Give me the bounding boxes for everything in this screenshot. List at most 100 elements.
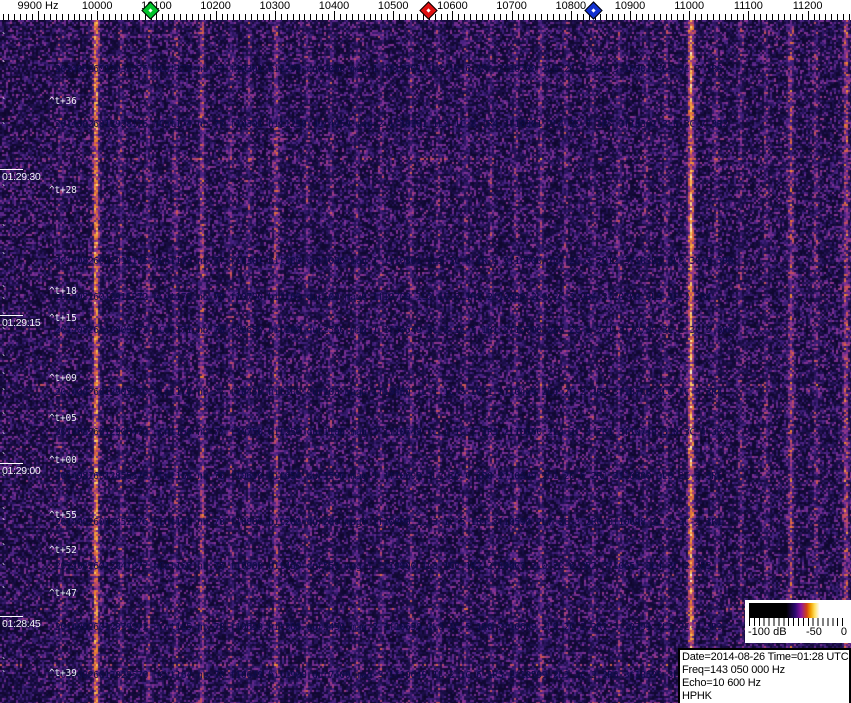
freq-minor-tick bbox=[802, 14, 803, 20]
event-seconds-label: ^t+47 bbox=[49, 588, 77, 599]
freq-major-tick bbox=[97, 11, 98, 20]
freq-minor-tick bbox=[26, 14, 27, 20]
freq-minor-tick bbox=[14, 14, 15, 20]
left-edge-tick: ` bbox=[1, 545, 7, 553]
freq-minor-tick bbox=[245, 14, 246, 20]
freq-minor-tick bbox=[654, 14, 655, 20]
freq-minor-tick bbox=[310, 14, 311, 20]
freq-minor-tick bbox=[269, 14, 270, 20]
freq-minor-tick bbox=[559, 14, 560, 20]
freq-minor-tick bbox=[192, 14, 193, 20]
freq-minor-tick bbox=[370, 14, 371, 20]
freq-minor-tick bbox=[68, 14, 69, 20]
freq-minor-tick bbox=[606, 14, 607, 20]
freq-minor-tick bbox=[180, 14, 181, 20]
echo-detection-line: 20140826012852576 hCnt167 nb-78 f10800 h… bbox=[55, 517, 722, 528]
freq-minor-tick bbox=[731, 14, 732, 20]
freq-minor-tick bbox=[737, 14, 738, 20]
left-edge-tick: ` bbox=[1, 314, 7, 322]
freq-minor-tick bbox=[695, 14, 696, 20]
freq-minor-tick bbox=[666, 14, 667, 20]
freq-minor-tick bbox=[381, 14, 382, 20]
freq-minor-tick bbox=[778, 14, 779, 20]
left-edge-tick: ` bbox=[1, 624, 7, 632]
freq-minor-tick bbox=[198, 14, 199, 20]
freq-minor-tick bbox=[32, 14, 33, 20]
freq-major-tick bbox=[452, 11, 453, 20]
event-seconds-label: ^t+09 bbox=[49, 373, 77, 384]
freq-minor-tick bbox=[56, 14, 57, 20]
left-edge-tick: ` bbox=[1, 356, 7, 364]
left-edge-tick: ` bbox=[1, 659, 7, 667]
freq-minor-tick bbox=[162, 14, 163, 20]
freq-minor-tick bbox=[85, 14, 86, 20]
left-edge-tick: ` bbox=[1, 99, 7, 107]
freq-minor-tick bbox=[482, 14, 483, 20]
freq-major-tick bbox=[393, 11, 394, 20]
freq-minor-tick bbox=[227, 14, 228, 20]
info-box: Date=2014-08-26 Time=01:28 UTC Freq=143 … bbox=[678, 648, 851, 703]
event-seconds-label: ^t+52 bbox=[49, 545, 77, 556]
left-edge-tick: ` bbox=[1, 672, 7, 680]
freq-minor-tick bbox=[506, 14, 507, 20]
freq-minor-tick bbox=[79, 14, 80, 20]
green-diamond-marker-center-dot bbox=[148, 8, 152, 12]
freq-minor-tick bbox=[518, 14, 519, 20]
freq-minor-tick bbox=[62, 14, 63, 20]
freq-major-tick bbox=[38, 11, 39, 20]
freq-minor-tick bbox=[784, 14, 785, 20]
freq-minor-tick bbox=[843, 14, 844, 20]
freq-minor-tick bbox=[713, 14, 714, 20]
freq-minor-tick bbox=[358, 14, 359, 20]
freq-minor-tick bbox=[186, 14, 187, 20]
left-edge-tick: ` bbox=[1, 588, 7, 596]
freq-minor-tick bbox=[819, 14, 820, 20]
freq-minor-tick bbox=[754, 14, 755, 20]
freq-minor-tick bbox=[488, 14, 489, 20]
freq-minor-tick bbox=[565, 14, 566, 20]
time-axis-label: 01:29:30 bbox=[2, 171, 40, 183]
db-scale-labels: -100 dB -50 0 bbox=[746, 626, 850, 640]
freq-minor-tick bbox=[109, 14, 110, 20]
left-edge-tick: ` bbox=[1, 454, 7, 462]
freq-minor-tick bbox=[470, 14, 471, 20]
freq-minor-tick bbox=[441, 14, 442, 20]
db-color-gradient-bar bbox=[749, 603, 847, 618]
echo-detection-line: 20140826012900472 hCnt169 nb-77 f10750 h… bbox=[55, 427, 728, 438]
freq-major-tick bbox=[630, 11, 631, 20]
freq-minor-tick bbox=[8, 14, 9, 20]
freq-minor-tick bbox=[719, 14, 720, 20]
freq-minor-tick bbox=[772, 14, 773, 20]
freq-minor-tick bbox=[364, 14, 365, 20]
freq-minor-tick bbox=[600, 14, 601, 20]
freq-minor-tick bbox=[760, 14, 761, 20]
freq-minor-tick bbox=[677, 14, 678, 20]
freq-minor-tick bbox=[405, 14, 406, 20]
freq-minor-tick bbox=[293, 14, 294, 20]
freq-minor-tick bbox=[121, 14, 122, 20]
freq-minor-tick bbox=[671, 14, 672, 20]
db-max-label: 0 bbox=[841, 626, 847, 638]
freq-minor-tick bbox=[447, 14, 448, 20]
freq-minor-tick bbox=[612, 14, 613, 20]
left-edge-tick: ` bbox=[1, 565, 7, 573]
event-seconds-label: ^t+39 bbox=[49, 668, 77, 679]
left-edge-tick: ` bbox=[1, 299, 7, 307]
freq-minor-tick bbox=[547, 14, 548, 20]
freq-minor-tick bbox=[352, 14, 353, 20]
freq-major-tick bbox=[275, 11, 276, 20]
freq-minor-tick bbox=[849, 14, 850, 20]
freq-minor-tick bbox=[257, 14, 258, 20]
freq-minor-tick bbox=[133, 14, 134, 20]
freq-major-tick bbox=[571, 11, 572, 20]
freq-minor-tick bbox=[796, 14, 797, 20]
freq-minor-tick bbox=[50, 14, 51, 20]
freq-minor-tick bbox=[304, 14, 305, 20]
time-axis-tick bbox=[0, 169, 23, 170]
left-edge-tick: ` bbox=[1, 374, 7, 382]
echo-detection-line: 20140826012847972 hCnt166 nb-75 f10900 h… bbox=[55, 561, 711, 572]
freq-minor-tick bbox=[139, 14, 140, 20]
freq-minor-tick bbox=[523, 14, 524, 20]
freq-minor-tick bbox=[529, 14, 530, 20]
freq-minor-tick bbox=[210, 14, 211, 20]
